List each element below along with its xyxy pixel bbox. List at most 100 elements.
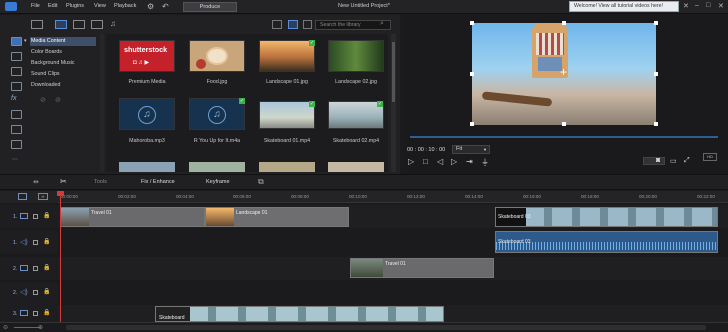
volume-icon[interactable]: ⏚ bbox=[481, 157, 489, 168]
scroll-thumb[interactable] bbox=[392, 42, 395, 102]
playhead-handle[interactable] bbox=[57, 191, 64, 196]
stop-icon[interactable]: □ bbox=[423, 157, 428, 166]
effects-room-icon[interactable]: fx bbox=[11, 95, 16, 102]
transition-room-icon[interactable] bbox=[11, 67, 22, 76]
split-icon[interactable]: ✂ bbox=[60, 177, 67, 186]
category-color-boards[interactable]: Color Boards bbox=[31, 49, 62, 55]
resize-handle[interactable] bbox=[562, 122, 566, 126]
zoom-select[interactable]: Fit ▼ bbox=[452, 145, 490, 154]
next-frame-icon[interactable]: ▷ bbox=[451, 157, 457, 166]
menu-view[interactable]: View bbox=[94, 3, 106, 9]
maximize-icon[interactable]: □ bbox=[706, 2, 710, 9]
resize-handle[interactable] bbox=[654, 21, 658, 25]
resize-handle[interactable] bbox=[470, 122, 474, 126]
sort-icon[interactable] bbox=[303, 20, 312, 29]
timeline-playhead[interactable] bbox=[60, 191, 61, 326]
voice-over-icon[interactable] bbox=[11, 140, 22, 149]
resize-handle[interactable] bbox=[470, 72, 474, 76]
audio-mixing-icon[interactable] bbox=[11, 125, 22, 134]
enable-track-checkbox[interactable] bbox=[33, 266, 38, 271]
thumbnail-landscape-02[interactable] bbox=[328, 40, 384, 72]
list-view-icon[interactable] bbox=[272, 20, 282, 29]
tools-button[interactable]: Tools bbox=[94, 179, 107, 185]
tutorial-toast[interactable]: Welcome! View all tutorial videos here! bbox=[569, 1, 679, 12]
enable-track-checkbox[interactable] bbox=[33, 311, 38, 316]
thumbnail-partial[interactable] bbox=[119, 162, 175, 172]
category-media-content[interactable]: Media Content bbox=[31, 38, 65, 44]
resize-handle[interactable] bbox=[470, 21, 474, 25]
lock-icon[interactable]: 🔒 bbox=[43, 212, 50, 219]
clip-skateboard-03[interactable]: Skateboard 03 bbox=[495, 207, 718, 227]
particle-room-icon[interactable] bbox=[11, 110, 22, 119]
title-room-icon[interactable] bbox=[11, 52, 22, 61]
resize-handle[interactable] bbox=[654, 122, 658, 126]
add-tag-icon[interactable]: ⊘ bbox=[40, 96, 46, 104]
previous-frame-icon[interactable]: ◁ bbox=[437, 157, 443, 166]
pip-room-icon[interactable] bbox=[11, 82, 22, 91]
zoom-out-icon[interactable]: ⊖ bbox=[3, 324, 8, 331]
thumbnail-skateboard-01[interactable] bbox=[259, 101, 315, 129]
clip-travel-01-track2[interactable]: Travel 01 bbox=[350, 258, 494, 278]
grid-view-icon[interactable] bbox=[288, 20, 298, 29]
media-room-icon[interactable] bbox=[11, 37, 22, 46]
clip-landscape-01[interactable]: Landscape 01 bbox=[205, 207, 349, 227]
import-media-icon[interactable] bbox=[31, 20, 43, 29]
clip-travel-01[interactable]: Travel 01 bbox=[60, 207, 205, 227]
close-window-icon[interactable]: ✕ bbox=[718, 2, 724, 10]
snapshot-icon[interactable]: ◙ bbox=[656, 157, 660, 164]
settings-icon[interactable]: ⚙ bbox=[147, 2, 154, 11]
more-tools-icon[interactable]: ⋯ bbox=[12, 156, 18, 163]
menu-plugins[interactable]: Plugins bbox=[66, 3, 84, 9]
menu-playback[interactable]: Playback bbox=[114, 3, 136, 9]
category-splitter[interactable] bbox=[100, 34, 104, 172]
thumbnail-mahoroba[interactable]: ♫ bbox=[119, 98, 175, 130]
enable-track-checkbox[interactable] bbox=[33, 290, 38, 295]
thumbnail-skateboard-02[interactable] bbox=[328, 101, 384, 129]
resize-handle[interactable] bbox=[654, 72, 658, 76]
fullscreen-icon[interactable]: ⤢ bbox=[684, 157, 690, 165]
fix-enhance-button[interactable]: Fix / Enhance bbox=[141, 179, 175, 185]
thumbnail-food[interactable] bbox=[189, 40, 245, 72]
clip-skateboard-03-audio[interactable]: Skateboard 03 bbox=[495, 231, 718, 253]
minimize-icon[interactable]: – bbox=[695, 2, 699, 9]
category-downloaded[interactable]: Downloaded bbox=[31, 82, 60, 88]
thumbnail-premium-media[interactable]: shutterstock ◘ ♫ ▶ bbox=[119, 40, 175, 72]
music-filter-icon[interactable]: ♫ bbox=[110, 19, 116, 28]
horizontal-scroll-thumb[interactable] bbox=[66, 325, 706, 330]
category-background-music[interactable]: Background Music bbox=[31, 60, 75, 66]
photo-filter-icon[interactable] bbox=[91, 20, 103, 29]
timeline-ruler[interactable] bbox=[58, 191, 728, 203]
thumbnail-partial[interactable] bbox=[328, 162, 384, 172]
resize-handle[interactable] bbox=[562, 21, 566, 25]
enable-track-checkbox[interactable] bbox=[33, 240, 38, 245]
menu-file[interactable]: File bbox=[31, 3, 40, 9]
zoom-slider[interactable] bbox=[14, 327, 40, 328]
category-sound-clips[interactable]: Sound Clips bbox=[31, 71, 60, 77]
lock-icon[interactable]: 🔒 bbox=[43, 238, 50, 245]
remove-tag-icon[interactable]: ⊘ bbox=[55, 96, 61, 104]
close-toast-icon[interactable]: ✕ bbox=[683, 2, 689, 10]
storyboard-view-icon[interactable] bbox=[18, 193, 27, 200]
zoom-in-icon[interactable]: ⊕ bbox=[38, 324, 43, 331]
render-preview-button[interactable] bbox=[643, 157, 665, 165]
timecode[interactable]: 00 : 00 : 10 : 00 bbox=[407, 147, 445, 153]
thumbnail-partial[interactable] bbox=[189, 162, 245, 172]
preview-scrubber[interactable] bbox=[410, 136, 718, 138]
produce-button[interactable]: Produce bbox=[183, 2, 237, 12]
library-scrollbar[interactable] bbox=[391, 34, 396, 172]
play-icon[interactable]: ▷ bbox=[408, 157, 414, 166]
search-icon[interactable]: ⌕ bbox=[380, 20, 384, 28]
thumbnail-partial[interactable] bbox=[259, 162, 315, 172]
enable-track-checkbox[interactable] bbox=[33, 214, 38, 219]
clip-skateboard-track3[interactable]: Skateboard bbox=[155, 306, 444, 322]
undo-icon[interactable]: ↶ bbox=[162, 2, 169, 11]
fast-forward-icon[interactable]: ⇥ bbox=[466, 157, 473, 166]
display-icon[interactable]: ▭ bbox=[670, 157, 677, 165]
snap-icon[interactable]: ⧉ bbox=[258, 177, 264, 187]
timeline-settings-icon[interactable]: ⇹ bbox=[33, 178, 39, 186]
video-filter-icon[interactable] bbox=[55, 20, 67, 29]
3d-mode-icon[interactable]: HD bbox=[703, 153, 717, 161]
image-filter-icon[interactable] bbox=[73, 20, 85, 29]
lock-icon[interactable]: 🔒 bbox=[43, 288, 50, 295]
timeline-scrollbar[interactable]: ⊖ ⊕ bbox=[0, 322, 728, 332]
